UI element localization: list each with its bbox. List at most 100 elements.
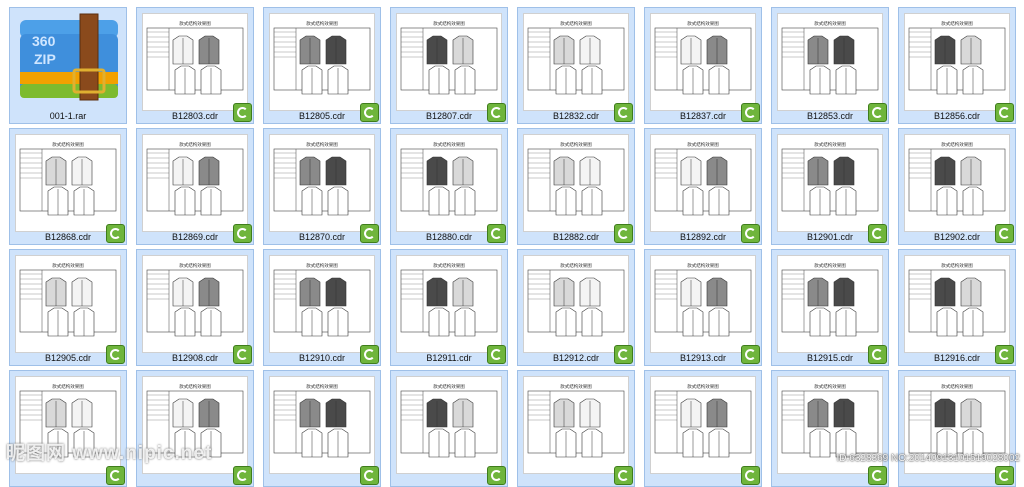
garment-sketch [807, 277, 829, 307]
file-tile[interactable]: 款式结构效果图 B12869.cdr [136, 128, 254, 245]
file-tile[interactable]: 款式结构效果图 [517, 370, 635, 487]
garment-sketch [680, 398, 702, 428]
garment-sketch [172, 35, 194, 65]
garment-sketch [706, 277, 728, 307]
garment-sketch [960, 35, 982, 65]
file-tile[interactable]: 款式结构效果图 B12837.cdr [644, 7, 762, 124]
garment-sketch [960, 398, 982, 428]
garment-sketch [682, 307, 704, 337]
coreldraw-icon [868, 224, 887, 243]
file-tile[interactable]: 款式结构效果图 [390, 370, 508, 487]
coreldraw-icon [487, 466, 506, 485]
file-tile[interactable]: 款式结构效果图 B12870.cdr [263, 128, 381, 245]
garment-sketch [428, 65, 450, 95]
file-tile[interactable]: 款式结构效果图 B12911.cdr [390, 249, 508, 366]
cdr-thumbnail: 款式结构效果图 [777, 255, 883, 353]
cdr-thumbnail: 款式结构效果图 [15, 255, 121, 353]
file-tile[interactable]: 款式结构效果图 B12882.cdr [517, 128, 635, 245]
coreldraw-icon [868, 466, 887, 485]
file-name: 001-1.rar [49, 111, 87, 121]
garment-sketch [708, 186, 730, 216]
file-tile[interactable]: 款式结构效果图 [136, 370, 254, 487]
file-tile[interactable]: 款式结构效果图 B12908.cdr [136, 249, 254, 366]
cdr-thumbnail: 款式结构效果图 [523, 255, 629, 353]
sheet-title: 款式结构效果图 [560, 383, 592, 390]
cdr-thumbnail: 款式结构效果图 [777, 134, 883, 232]
cdr-thumbnail: 款式结构效果图 [650, 134, 756, 232]
coreldraw-icon [614, 224, 633, 243]
garment-sketch [833, 35, 855, 65]
garment-sketch [325, 156, 347, 186]
cdr-thumbnail: 款式结构效果图 [142, 13, 248, 111]
file-tile[interactable]: 款式结构效果图 B12856.cdr [898, 7, 1016, 124]
garment-sketch [809, 307, 831, 337]
cdr-thumbnail: 款式结构效果图 [269, 376, 375, 474]
coreldraw-icon [360, 466, 379, 485]
file-tile[interactable]: 款式结构效果图 B12807.cdr [390, 7, 508, 124]
coreldraw-icon [360, 224, 379, 243]
garment-sketch [426, 156, 448, 186]
garment-sketch [581, 65, 603, 95]
garment-sketch [454, 65, 476, 95]
file-tile[interactable]: 款式结构效果图 B12805.cdr [263, 7, 381, 124]
garment-sketch [809, 186, 831, 216]
garment-sketch [936, 186, 958, 216]
sheet-title: 款式结构效果图 [433, 141, 465, 148]
garment-sketch [452, 156, 474, 186]
file-tile[interactable]: 款式结构效果图 [9, 370, 127, 487]
garment-sketch [680, 35, 702, 65]
file-tile[interactable]: 款式结构效果图 B12905.cdr [9, 249, 127, 366]
file-tile[interactable]: 款式结构效果图 [644, 370, 762, 487]
sheet-title: 款式结构效果图 [179, 20, 211, 27]
file-tile[interactable]: 款式结构效果图 B12853.cdr [771, 7, 889, 124]
file-tile[interactable]: 款式结构效果图 [263, 370, 381, 487]
garment-sketch [555, 428, 577, 458]
coreldraw-icon [106, 466, 125, 485]
garment-sketch [71, 156, 93, 186]
cdr-thumbnail: 款式结构效果图 [396, 255, 502, 353]
garment-sketch [47, 307, 69, 337]
file-tile[interactable]: 款式结构效果图 B12892.cdr [644, 128, 762, 245]
garment-sketch [680, 156, 702, 186]
cdr-thumbnail: 款式结构效果图 [523, 13, 629, 111]
garment-sketch [174, 186, 196, 216]
garment-sketch [579, 398, 601, 428]
file-tile[interactable]: 款式结构效果图 B12880.cdr [390, 128, 508, 245]
garment-sketch [71, 277, 93, 307]
garment-sketch [835, 307, 857, 337]
garment-sketch [299, 156, 321, 186]
file-tile[interactable]: 款式结构效果图 B12915.cdr [771, 249, 889, 366]
file-tile[interactable]: 款式结构效果图 [898, 370, 1016, 487]
garment-sketch [581, 186, 603, 216]
garment-sketch [934, 398, 956, 428]
garment-sketch [327, 428, 349, 458]
file-tile[interactable]: 款式结构效果图 B12916.cdr [898, 249, 1016, 366]
file-tile[interactable]: 款式结构效果图 [771, 370, 889, 487]
garment-sketch [172, 398, 194, 428]
garment-sketch [325, 277, 347, 307]
garment-sketch [807, 398, 829, 428]
file-tile[interactable]: 款式结构效果图 B12910.cdr [263, 249, 381, 366]
garment-sketch [299, 277, 321, 307]
file-tile-archive[interactable]: 360 ZIP 001-1.rar [9, 7, 127, 124]
garment-sketch [325, 35, 347, 65]
file-tile[interactable]: 款式结构效果图 B12902.cdr [898, 128, 1016, 245]
svg-text:360: 360 [32, 33, 56, 49]
garment-sketch [452, 35, 474, 65]
file-tile[interactable]: 款式结构效果图 B12912.cdr [517, 249, 635, 366]
garment-sketch [174, 65, 196, 95]
coreldraw-icon [741, 345, 760, 364]
sheet-title: 款式结构效果图 [52, 262, 84, 269]
file-tile[interactable]: 款式结构效果图 B12832.cdr [517, 7, 635, 124]
garment-sketch [680, 277, 702, 307]
garment-sketch [327, 65, 349, 95]
file-tile[interactable]: 款式结构效果图 B12868.cdr [9, 128, 127, 245]
sheet-title: 款式结构效果图 [941, 383, 973, 390]
garment-sketch [708, 65, 730, 95]
file-tile[interactable]: 款式结构效果图 B12901.cdr [771, 128, 889, 245]
file-tile[interactable]: 款式结构效果图 B12803.cdr [136, 7, 254, 124]
sheet-title: 款式结构效果图 [433, 383, 465, 390]
garment-sketch [706, 398, 728, 428]
file-tile[interactable]: 款式结构效果图 B12913.cdr [644, 249, 762, 366]
coreldraw-icon [868, 345, 887, 364]
